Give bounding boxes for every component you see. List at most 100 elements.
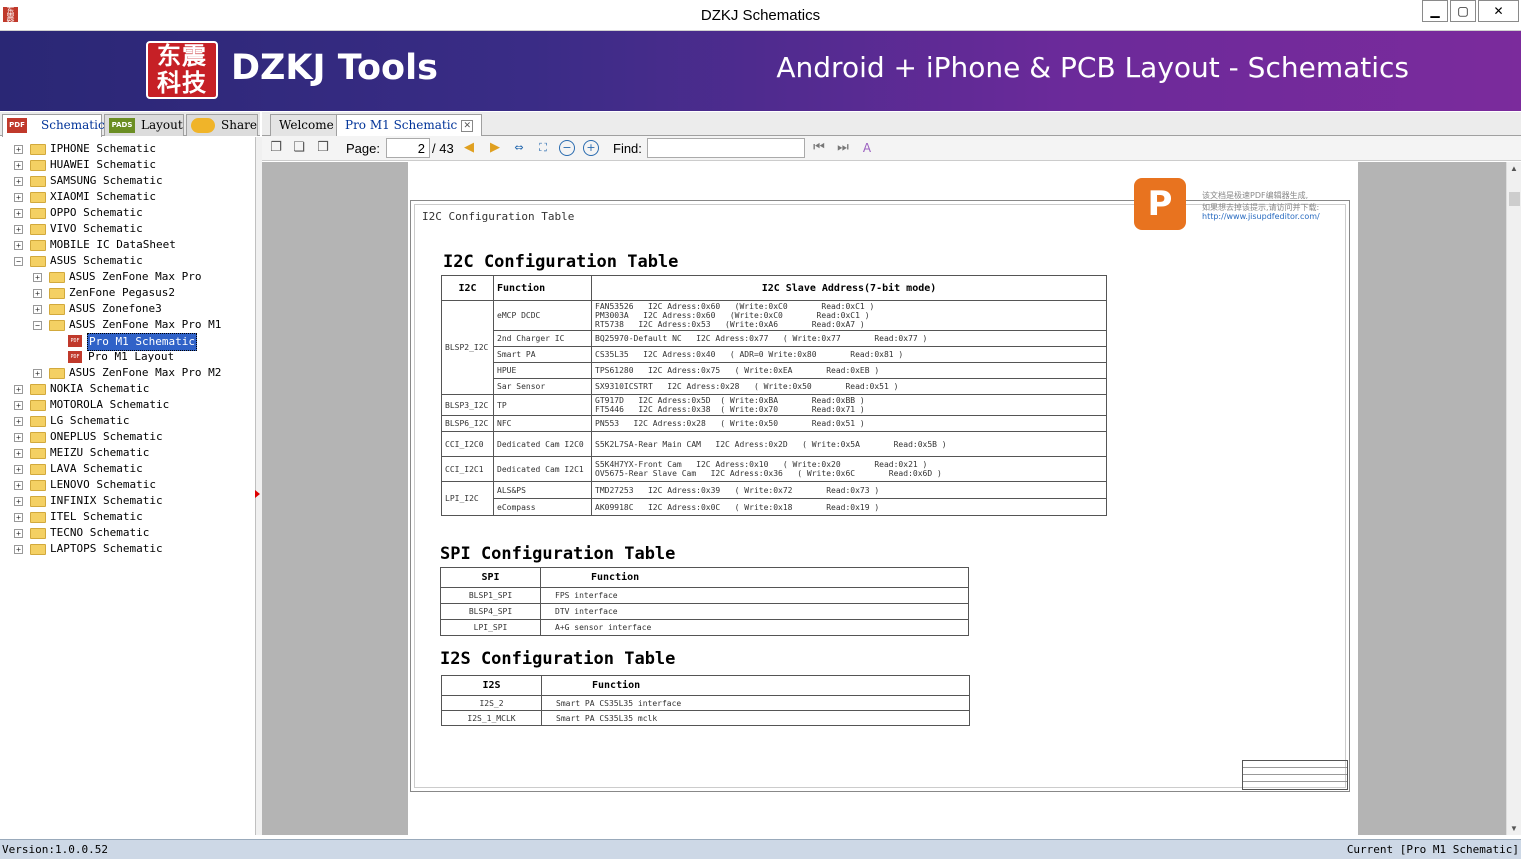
pdf-file-icon: PDF xyxy=(68,351,82,363)
watermark-link[interactable]: http://www.jisupdfeditor.com/ xyxy=(1202,212,1320,221)
expand-icon[interactable]: + xyxy=(33,273,42,282)
tab-welcome-label: Welcome xyxy=(279,118,334,132)
expand-icon[interactable]: + xyxy=(14,545,23,554)
expand-icon[interactable]: + xyxy=(14,497,23,506)
collapse-icon[interactable]: − xyxy=(14,257,23,266)
expand-icon[interactable]: + xyxy=(14,529,23,538)
folder-icon xyxy=(30,448,46,459)
folder-icon xyxy=(30,496,46,507)
duplicate-icon[interactable]: ❒ xyxy=(315,140,331,156)
maximize-button[interactable]: ▢ xyxy=(1450,0,1476,22)
fit-width-icon[interactable]: ⇔ xyxy=(511,140,527,156)
tree-item-label: OPPO Schematic xyxy=(50,206,143,219)
expand-icon[interactable]: + xyxy=(14,401,23,410)
table-cell: eMCP DCDC xyxy=(493,300,592,331)
close-button[interactable]: ✕ xyxy=(1478,0,1519,22)
document-tabs: Welcome Pro M1 Schematic ✕ xyxy=(262,112,1521,137)
tab-welcome[interactable]: Welcome xyxy=(270,114,343,136)
find-next-icon[interactable]: ⏭ xyxy=(835,140,851,156)
expand-icon[interactable]: + xyxy=(33,305,42,314)
folder-icon xyxy=(30,384,46,395)
expand-icon[interactable]: + xyxy=(14,513,23,522)
expand-icon[interactable]: + xyxy=(14,433,23,442)
table-cell: PN553 I2C Adress:0x28 ( Write:0x50 Read:… xyxy=(591,415,1107,432)
folder-icon xyxy=(49,368,65,379)
folder-icon xyxy=(30,400,46,411)
copy-icon[interactable]: ❐ xyxy=(268,140,284,156)
expand-icon[interactable]: + xyxy=(14,241,23,250)
tree-item-label: MEIZU Schematic xyxy=(50,446,150,459)
tree-item-label: Pro M1 Layout xyxy=(88,350,175,363)
tab-share[interactable]: Share xyxy=(186,114,258,136)
find-previous-icon[interactable]: ⏮ xyxy=(811,140,827,156)
find-label: Find: xyxy=(613,141,642,156)
tree-item-label: VIVO Schematic xyxy=(50,222,143,235)
spi-table: SPI Function BLSP1_SPI FPS interface BLSP4… xyxy=(440,567,969,636)
folder-icon xyxy=(30,208,46,219)
table-header: I2C xyxy=(441,275,494,301)
tree-item-label: ASUS Zonefone3 xyxy=(69,302,162,315)
expand-icon[interactable]: + xyxy=(33,289,42,298)
table-cell: Sar Sensor xyxy=(493,378,592,395)
scroll-thumb[interactable] xyxy=(1509,192,1520,206)
folder-icon xyxy=(49,272,65,283)
table-cell: Dedicated Cam I2C1 xyxy=(493,456,592,482)
expand-icon[interactable]: + xyxy=(14,145,23,154)
match-case-icon[interactable]: A xyxy=(859,140,875,156)
tree-item-label: HUAWEI Schematic xyxy=(50,158,156,171)
expand-icon[interactable]: + xyxy=(14,193,23,202)
table-row: Smart PA CS35L35 I2C Adress:0x40 ( ADR=0 … xyxy=(442,346,1107,363)
tab-pro-m1-schematic[interactable]: Pro M1 Schematic ✕ xyxy=(336,114,483,137)
table-row: BLSP2_I2C eMCP DCDC FAN53526 I2C Adress:0x… xyxy=(441,300,1107,395)
expand-icon[interactable]: + xyxy=(14,385,23,394)
current-document-label: Current [Pro M1 Schematic] xyxy=(1346,843,1519,856)
zoom-in-icon[interactable]: + xyxy=(583,140,599,156)
tree-item-label: ASUS ZenFone Max Pro M2 xyxy=(69,366,222,379)
tree-item-label: TECNO Schematic xyxy=(50,526,150,539)
folder-icon xyxy=(30,224,46,235)
tree-item-label: LENOVO Schematic xyxy=(50,478,156,491)
table-cell: FPS interface xyxy=(540,587,969,604)
page-total: / 43 xyxy=(432,141,454,156)
table-row: eCompass AK09918C I2C Adress:0x0C ( Write… xyxy=(442,498,1107,516)
minimize-button[interactable]: ▁ xyxy=(1422,0,1448,22)
expand-icon[interactable]: + xyxy=(14,465,23,474)
table-row: CCI_I2C1 Dedicated Cam I2C1 S5K4H7YX-Front… xyxy=(441,456,1107,482)
tab-schematic[interactable]: PDF Schematic xyxy=(2,114,105,137)
table-cell: BLSP2_I2C xyxy=(441,300,494,395)
collapse-arrow-icon[interactable] xyxy=(255,490,260,498)
table-header: Function xyxy=(540,567,969,588)
table-cell: AK09918C I2C Adress:0x0C ( Write:0x18 Re… xyxy=(591,498,1107,516)
pdf-viewer[interactable]: P 该文档是极速PDF编辑器生成, 如果想去掉该提示,请访问并下载: http:… xyxy=(262,162,1506,835)
tab-close-icon[interactable]: ✕ xyxy=(461,119,474,132)
expand-icon[interactable]: + xyxy=(14,417,23,426)
collapse-icon[interactable]: − xyxy=(33,321,42,330)
title-bar: 东震科技 DZKJ Schematics ▁ ▢ ✕ xyxy=(0,0,1521,31)
table-cell: BLSP4_SPI xyxy=(440,603,541,620)
paste-icon[interactable]: ❏ xyxy=(291,140,307,156)
page-number-input[interactable] xyxy=(386,138,430,158)
fit-page-icon[interactable]: ⛶ xyxy=(535,140,551,156)
tree-item-label: NOKIA Schematic xyxy=(50,382,150,395)
expand-icon[interactable]: + xyxy=(14,225,23,234)
table-header: Function xyxy=(541,675,970,696)
find-input[interactable] xyxy=(647,138,805,158)
prev-page-icon[interactable]: ◀ xyxy=(461,140,477,156)
folder-icon xyxy=(30,480,46,491)
scroll-up-icon[interactable]: ▲ xyxy=(1510,164,1518,173)
next-page-icon[interactable]: ▶ xyxy=(487,140,503,156)
zoom-out-icon[interactable]: − xyxy=(559,140,575,156)
table-cell: ALS&PS xyxy=(493,481,592,499)
tree-item-label: MOTOROLA Schematic xyxy=(50,398,170,411)
expand-icon[interactable]: + xyxy=(14,177,23,186)
expand-icon[interactable]: + xyxy=(14,449,23,458)
expand-icon[interactable]: + xyxy=(14,481,23,490)
table-cell: Dedicated Cam I2C0 xyxy=(493,431,592,457)
expand-icon[interactable]: + xyxy=(14,161,23,170)
window-title: DZKJ Schematics xyxy=(700,7,821,24)
tab-layout[interactable]: PADS Layout xyxy=(104,114,184,136)
expand-icon[interactable]: + xyxy=(33,369,42,378)
expand-icon[interactable]: + xyxy=(14,209,23,218)
vertical-scrollbar[interactable]: ▲ ▼ xyxy=(1506,162,1521,835)
scroll-down-icon[interactable]: ▼ xyxy=(1510,824,1518,833)
